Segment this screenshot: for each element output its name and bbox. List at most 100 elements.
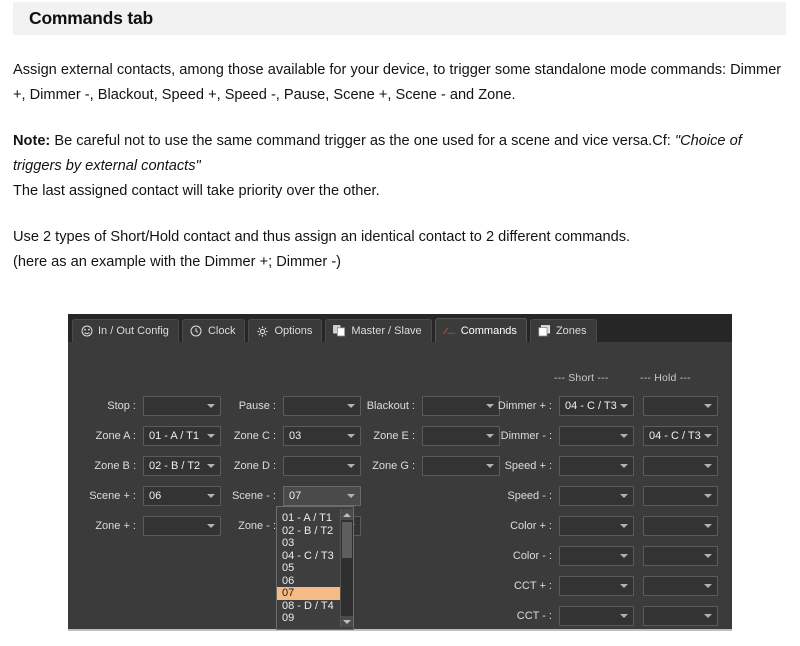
paragraph-example: (here as an example with the Dimmer +; D… — [13, 250, 788, 275]
gear-icon — [256, 325, 269, 338]
dimmer-minus-short-combobox[interactable] — [559, 426, 634, 446]
dropdown-option[interactable]: 05 — [277, 562, 340, 575]
color-minus-short-combobox[interactable] — [559, 546, 634, 566]
dimmer-minus-hold-value: 04 - C / T3 — [649, 430, 701, 442]
dropdown-option[interactable]: 03 — [277, 537, 340, 550]
field-dimmer-minus: Dimmer - : 04 - C / T3 — [476, 426, 718, 446]
cct-plus-short-combobox[interactable] — [559, 576, 634, 596]
tab-zones-label: Zones — [555, 325, 587, 337]
tab-clock[interactable]: Clock — [181, 319, 246, 342]
scroll-down-button[interactable] — [341, 616, 353, 627]
chevron-down-icon — [704, 434, 712, 438]
paragraph-note: Note: Be careful not to use the same com… — [13, 129, 788, 179]
chevron-down-icon — [704, 614, 712, 618]
chevron-down-icon — [620, 524, 628, 528]
field-zone-a: Zone A : 01 - A / T1 — [68, 426, 221, 446]
dropdown-option[interactable]: 01 - A / T1 — [277, 512, 340, 525]
scene-minus-dropdown-list[interactable]: 01 - A / T1 02 - B / T2 03 04 - C / T3 0… — [276, 506, 354, 630]
field-color-plus-label: Color + : — [510, 520, 552, 532]
tab-clock-label: Clock — [207, 325, 236, 337]
field-scene-minus: Scene - : 07 — [208, 486, 361, 506]
dimmer-plus-short-combobox[interactable]: 04 - C / T3 — [559, 396, 634, 416]
chevron-down-icon — [704, 554, 712, 558]
field-zone-plus: Zone + : — [68, 516, 221, 536]
dropdown-option[interactable]: 08 - D / T4 — [277, 600, 340, 613]
field-zone-d: Zone D : — [208, 456, 361, 476]
dropdown-option[interactable]: 04 - C / T3 — [277, 550, 340, 563]
chevron-down-icon — [620, 434, 628, 438]
field-pause: Pause : — [208, 396, 361, 416]
cct-minus-short-combobox[interactable] — [559, 606, 634, 626]
color-plus-short-combobox[interactable] — [559, 516, 634, 536]
field-zone-minus-label: Zone - : — [238, 520, 276, 532]
field-cct-minus: CCT - : — [476, 606, 718, 626]
speed-minus-hold-combobox[interactable] — [643, 486, 718, 506]
field-stop-label: Stop : — [107, 400, 136, 412]
chevron-down-icon — [620, 494, 628, 498]
chevron-down-icon — [620, 404, 628, 408]
scroll-up-button[interactable] — [341, 509, 353, 520]
scene-plus-combobox-value: 06 — [149, 490, 162, 502]
field-zone-g-label: Zone G : — [372, 460, 415, 472]
chevron-down-icon — [704, 524, 712, 528]
dropdown-option-selected[interactable]: 07 — [277, 587, 340, 600]
tab-in-out-config[interactable]: In / Out Config — [72, 319, 179, 342]
field-zone-c: Zone C : 03 — [208, 426, 361, 446]
field-zone-a-label: Zone A : — [95, 430, 136, 442]
field-zone-e-label: Zone E : — [373, 430, 415, 442]
cct-plus-hold-combobox[interactable] — [643, 576, 718, 596]
page-title: Commands tab — [29, 8, 154, 28]
application-window: In / Out Config Clock Options Master / S… — [68, 314, 732, 631]
paragraph-intro: Assign external contacts, among those av… — [13, 58, 788, 108]
field-cct-minus-label: CCT - : — [516, 610, 552, 622]
tab-in-out-config-label: In / Out Config — [98, 325, 169, 337]
paragraph-priority: The last assigned contact will take prio… — [13, 179, 788, 204]
page-header-band: Commands tab — [13, 2, 786, 35]
field-color-plus: Color + : — [476, 516, 718, 536]
scene-minus-combobox[interactable]: 07 — [283, 486, 361, 506]
field-cct-plus-label: CCT + : — [513, 580, 552, 592]
paragraph-priority-text: The last assigned contact will take prio… — [13, 183, 380, 199]
chevron-down-icon — [620, 464, 628, 468]
zone-c-combobox-value: 03 — [289, 430, 302, 442]
field-scene-minus-label: Scene - : — [231, 490, 276, 502]
tab-options[interactable]: Options — [248, 319, 323, 342]
scrollbar-thumb[interactable] — [342, 522, 352, 558]
tab-zones[interactable]: Zones — [529, 319, 597, 342]
field-zone-d-label: Zone D : — [233, 460, 276, 472]
color-minus-hold-combobox[interactable] — [643, 546, 718, 566]
document-body: Assign external contacts, among those av… — [13, 58, 788, 296]
commands-icon — [442, 324, 456, 337]
paragraph-example-text: (here as an example with the Dimmer +; D… — [13, 254, 342, 270]
field-scene-plus-label: Scene + : — [89, 490, 136, 502]
speed-minus-short-combobox[interactable] — [559, 486, 634, 506]
field-dimmer-plus: Dimmer + : 04 - C / T3 — [476, 396, 718, 416]
commands-panel: --- Short --- --- Hold --- Stop : Zone A… — [68, 342, 732, 630]
dropdown-option[interactable]: 06 — [277, 575, 340, 588]
tab-options-label: Options — [274, 325, 313, 337]
color-plus-hold-combobox[interactable] — [643, 516, 718, 536]
clock-icon — [190, 325, 203, 338]
field-speed-plus: Speed + : — [476, 456, 718, 476]
dimmer-plus-hold-combobox[interactable] — [643, 396, 718, 416]
tab-master-slave-label: Master / Slave — [351, 325, 422, 337]
tab-commands-label: Commands — [460, 324, 517, 337]
dropdown-scrollbar[interactable] — [340, 509, 353, 627]
dropdown-option[interactable]: 09 — [277, 612, 340, 625]
dimmer-minus-hold-combobox[interactable]: 04 - C / T3 — [643, 426, 718, 446]
chevron-down-icon — [704, 584, 712, 588]
dropdown-option[interactable]: 02 - B / T2 — [277, 525, 340, 538]
field-color-minus: Color - : — [476, 546, 718, 566]
tab-commands[interactable]: Commands — [434, 318, 527, 342]
chevron-down-icon — [704, 494, 712, 498]
speed-plus-hold-combobox[interactable] — [643, 456, 718, 476]
triangle-up-icon — [343, 512, 351, 517]
field-zone-b-label: Zone B : — [94, 460, 136, 472]
field-zone-plus-label: Zone + : — [95, 520, 136, 532]
tab-master-slave[interactable]: Master / Slave — [325, 319, 432, 342]
speed-plus-short-combobox[interactable] — [559, 456, 634, 476]
field-color-minus-label: Color - : — [512, 550, 552, 562]
cct-minus-hold-combobox[interactable] — [643, 606, 718, 626]
zones-icon — [538, 325, 551, 338]
field-speed-minus-label: Speed - : — [507, 490, 552, 502]
